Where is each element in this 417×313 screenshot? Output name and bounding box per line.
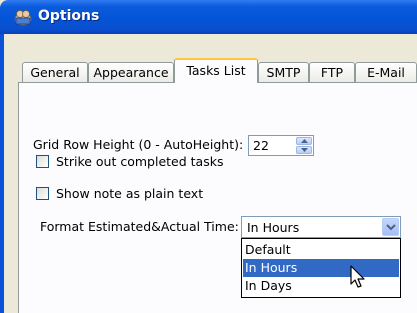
dropdown-option-default[interactable]: Default: [243, 241, 399, 259]
grid-row-height-spinner[interactable]: 22: [248, 135, 314, 156]
show-note-plain-text-label[interactable]: Show note as plain text: [56, 186, 203, 201]
arrow-up-icon: [301, 139, 308, 143]
tab-appearance[interactable]: Appearance: [88, 62, 174, 82]
spin-down-button[interactable]: [296, 146, 312, 154]
tab-smtp[interactable]: SMTP: [258, 62, 309, 82]
strike-out-completed-checkbox[interactable]: [36, 155, 49, 168]
format-time-dropdown-list: Default In Hours In Days: [241, 238, 401, 298]
chevron-down-icon: [386, 224, 396, 231]
mouse-cursor-icon: [350, 265, 365, 288]
format-time-combobox[interactable]: In Hours: [241, 216, 401, 238]
dropdown-option-in-days[interactable]: In Days: [243, 277, 399, 295]
tab-ftp[interactable]: FTP: [309, 62, 355, 82]
format-time-label: Format Estimated&Actual Time:: [40, 219, 239, 234]
spinner-buttons: [296, 137, 312, 154]
options-window: Options General Appearance Tasks List SM…: [0, 0, 417, 313]
dropdown-option-in-hours[interactable]: In Hours: [243, 259, 399, 277]
show-note-plain-text-checkbox[interactable]: [36, 187, 49, 200]
window-title: Options: [38, 8, 100, 24]
arrow-down-icon: [301, 148, 308, 152]
title-bar[interactable]: Options: [0, 0, 417, 34]
tab-email[interactable]: E-Mail: [355, 62, 417, 82]
spin-up-button[interactable]: [296, 137, 312, 145]
tab-tasks-list[interactable]: Tasks List: [174, 58, 258, 83]
strike-out-completed-label[interactable]: Strike out completed tasks: [56, 154, 223, 169]
tab-general[interactable]: General: [22, 62, 88, 82]
format-time-selected-value[interactable]: In Hours: [247, 220, 299, 235]
grid-row-height-label: Grid Row Height (0 - AutoHeight):: [33, 137, 244, 152]
app-icon: [14, 10, 32, 26]
grid-row-height-value[interactable]: 22: [253, 138, 269, 153]
format-time-dropdown-button[interactable]: [382, 218, 399, 236]
window-frame-left: [0, 34, 4, 313]
tab-strip: General Appearance Tasks List SMTP FTP E…: [22, 58, 417, 83]
